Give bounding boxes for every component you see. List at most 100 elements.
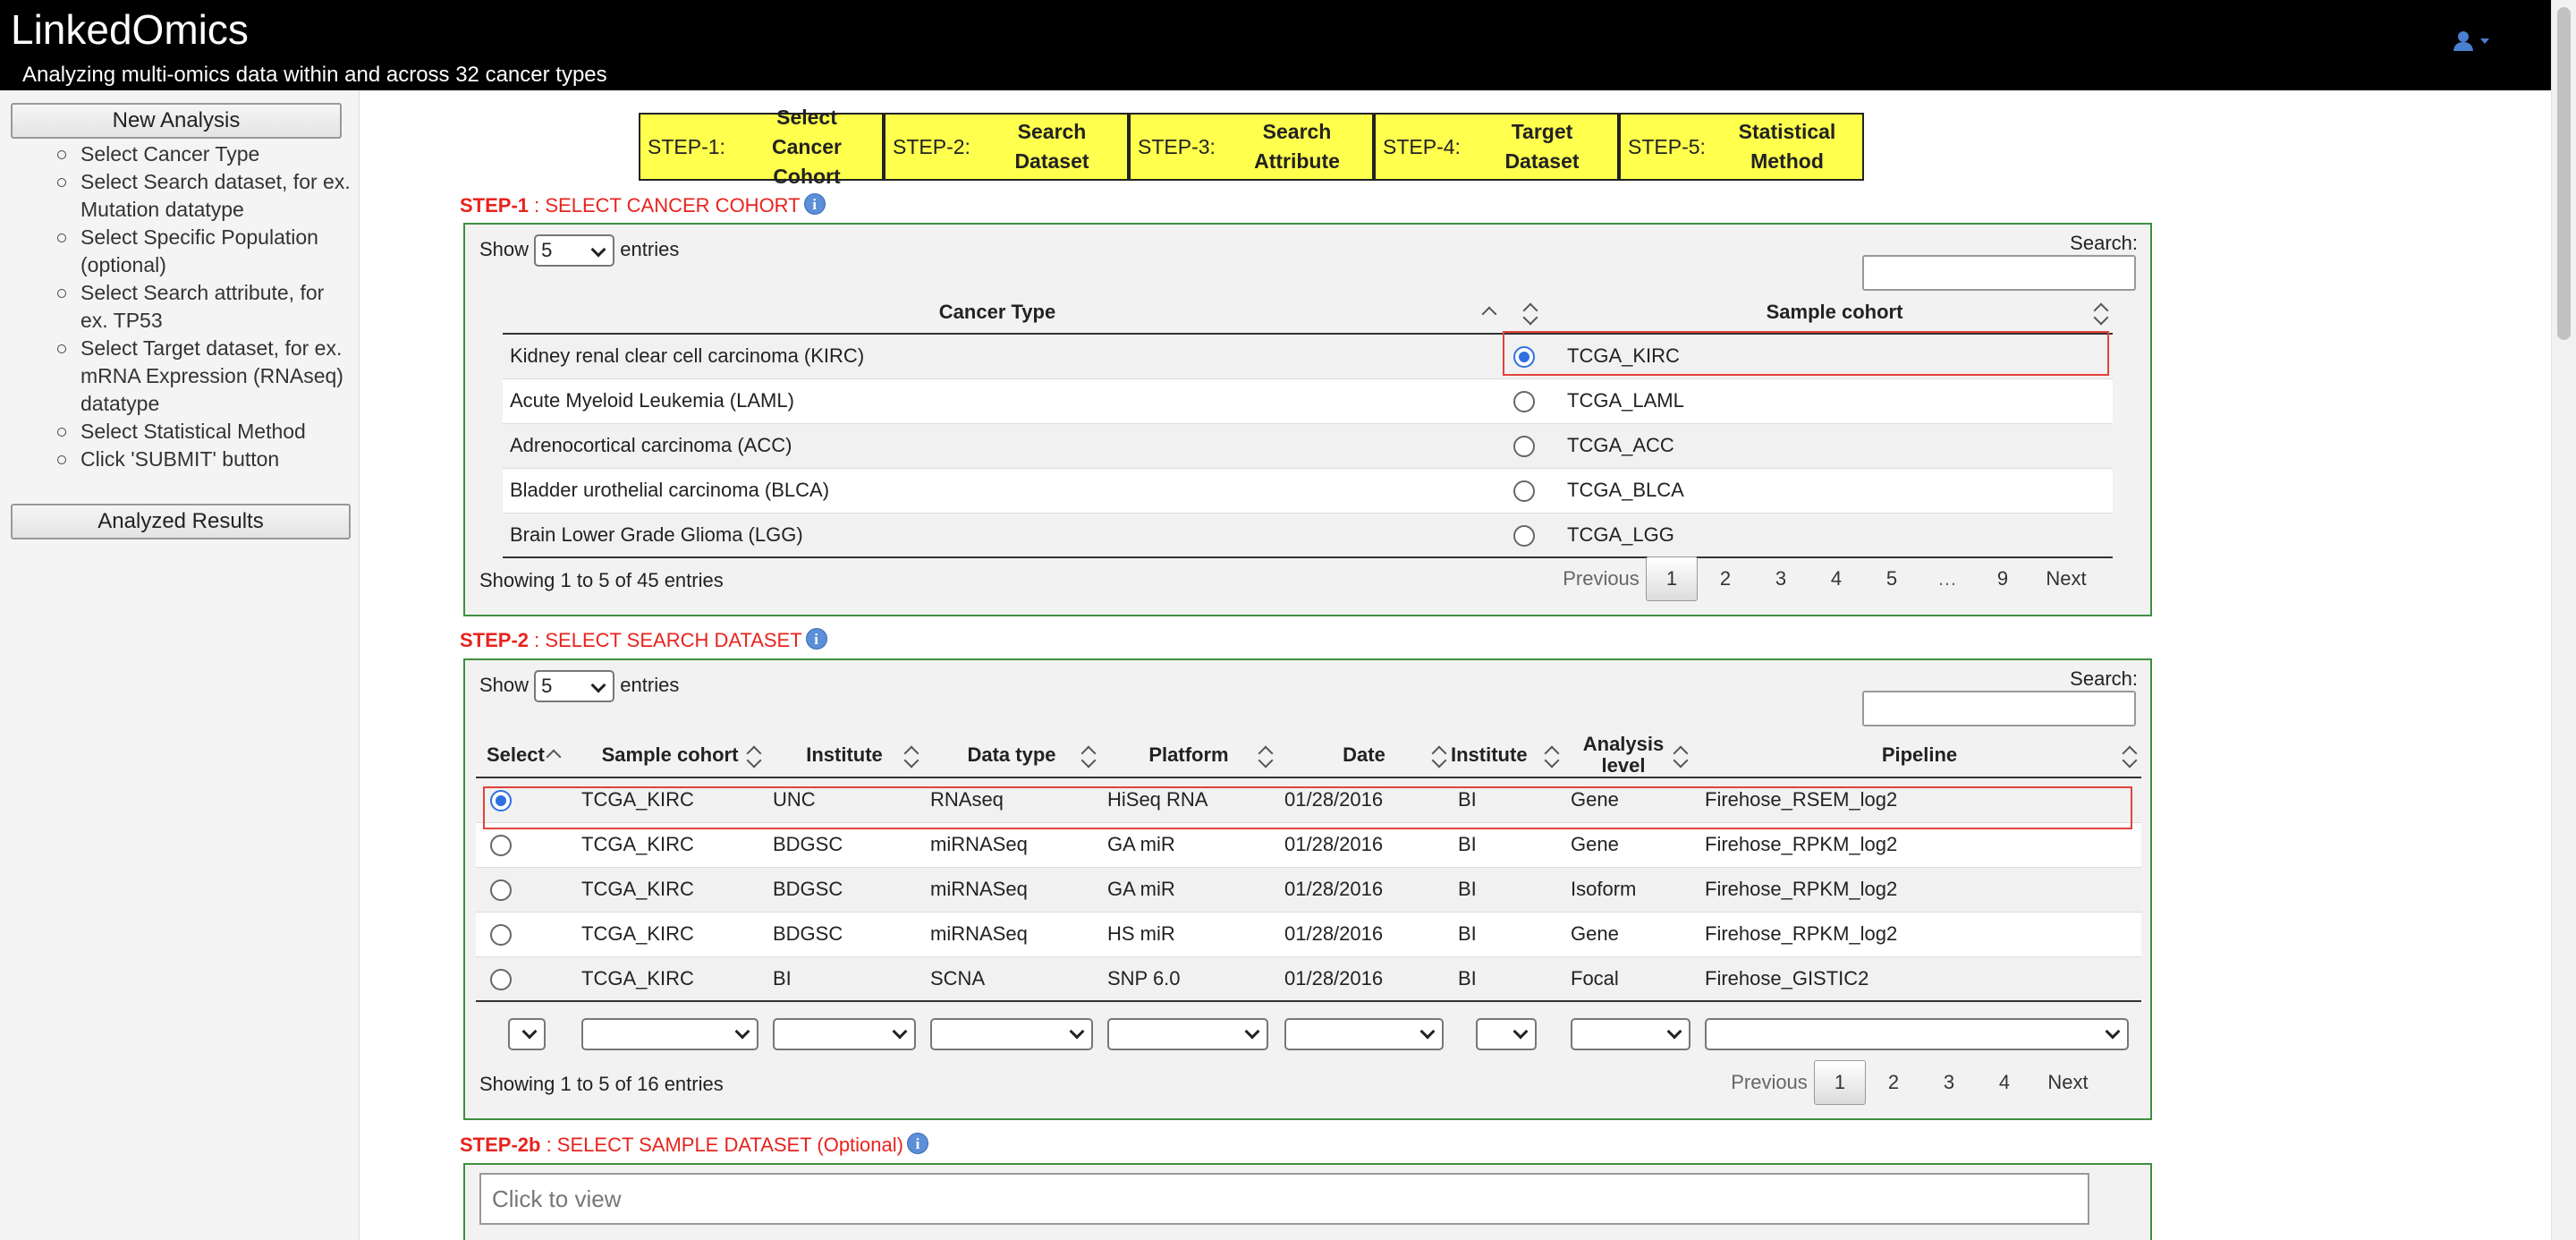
column-header-select[interactable]: Select: [476, 734, 574, 777]
table-row[interactable]: TCGA_KIRC UNC RNAseq HiSeq RNA 01/28/201…: [476, 777, 2141, 822]
column-header-sample-cohort[interactable]: Sample cohort: [574, 734, 766, 777]
cohort-radio[interactable]: [1513, 524, 1535, 547]
filter-select[interactable]: [1107, 1018, 1268, 1050]
institute-cell: BDGSC: [766, 911, 923, 956]
chevron-down-icon: [1666, 1023, 1682, 1040]
column-header-platform[interactable]: Platform: [1100, 734, 1277, 777]
pagination-page[interactable]: 5: [1864, 567, 1919, 590]
sample-cohort-cell: TCGA_BLCA: [1556, 467, 2113, 513]
column-header-institute-2[interactable]: Institute: [1451, 734, 1563, 777]
pagination-page[interactable]: 2: [1698, 567, 1753, 590]
search-label: Search:: [2070, 232, 2138, 254]
column-header-data-type[interactable]: Data type: [923, 734, 1100, 777]
table-row[interactable]: Acute Myeloid Leukemia (LAML) TCGA_LAML: [503, 378, 2113, 423]
app-title[interactable]: LinkedOmics: [11, 4, 249, 55]
app-subtitle: Analyzing multi-omics data within and ac…: [22, 63, 607, 87]
dataset-radio[interactable]: [490, 924, 512, 947]
dataset-radio[interactable]: [490, 879, 512, 902]
pagination-page[interactable]: 3: [1921, 1071, 1977, 1094]
pagination-page[interactable]: 1: [1814, 1060, 1866, 1105]
user-menu[interactable]: [2451, 29, 2496, 55]
step-4-tab[interactable]: STEP-4: Target Dataset: [1374, 113, 1619, 181]
sample-cohort-cell: TCGA_KIRC: [574, 911, 766, 956]
table-row[interactable]: Brain Lower Grade Glioma (LGG) TCGA_LGG: [503, 512, 2113, 557]
table-row[interactable]: TCGA_KIRC BDGSC miRNASeq GA miR 01/28/20…: [476, 821, 2141, 867]
column-header-institute[interactable]: Institute: [766, 734, 923, 777]
cohort-radio[interactable]: [1513, 436, 1535, 458]
step-1-tab[interactable]: STEP-1: Select Cancer Cohort: [639, 106, 884, 188]
info-icon[interactable]: i: [803, 193, 826, 215]
info-icon[interactable]: i: [805, 628, 827, 650]
cohort-radio[interactable]: [1513, 346, 1535, 369]
table-row[interactable]: Bladder urothelial carcinoma (BLCA) TCGA…: [503, 467, 2113, 513]
step-2-tab[interactable]: STEP-2: Search Dataset: [884, 113, 1129, 181]
step2-heading-bold: STEP-2: [460, 629, 530, 651]
instruction-item: Click 'SUBMIT' button: [30, 446, 354, 473]
sort-icon: [1544, 743, 1556, 769]
entries-select[interactable]: 5: [534, 670, 615, 703]
pagination-page[interactable]: 2: [1866, 1071, 1921, 1094]
column-header-label: Select: [487, 743, 545, 766]
scrollbar-thumb[interactable]: [2557, 7, 2571, 340]
pagination-next[interactable]: Next: [2030, 567, 2102, 590]
filter-select[interactable]: [508, 1018, 546, 1050]
table-row[interactable]: TCGA_KIRC BDGSC miRNASeq HS miR 01/28/20…: [476, 911, 2141, 956]
dataset-radio[interactable]: [490, 835, 512, 857]
sidebar: New Analysis Select Cancer Type Select S…: [0, 90, 360, 1240]
table-row[interactable]: TCGA_KIRC BDGSC miRNASeq GA miR 01/28/20…: [476, 866, 2141, 912]
info-icon[interactable]: i: [906, 1133, 928, 1154]
column-header-pipeline[interactable]: Pipeline: [1698, 734, 2141, 777]
table-row[interactable]: Kidney renal clear cell carcinoma (KIRC)…: [503, 333, 2113, 378]
step2-table-info: Showing 1 to 5 of 16 entries: [479, 1073, 724, 1095]
filter-select[interactable]: [1705, 1018, 2129, 1050]
pipeline-cell: Firehose_GISTIC2: [1698, 955, 2141, 1001]
filter-select[interactable]: [581, 1018, 758, 1050]
step2-search-input[interactable]: [1862, 691, 2136, 726]
pagination-previous[interactable]: Previous: [1724, 1071, 1814, 1094]
filter-select[interactable]: [1571, 1018, 1690, 1050]
filter-select[interactable]: [1284, 1018, 1444, 1050]
table-row[interactable]: Adrenocortical carcinoma (ACC) TCGA_ACC: [503, 422, 2113, 468]
entries-select[interactable]: 5: [534, 234, 615, 268]
step-3-tab[interactable]: STEP-3: Search Attribute: [1129, 113, 1374, 181]
pagination-page[interactable]: 9: [1975, 567, 2030, 590]
column-header-label: Date: [1343, 743, 1385, 766]
pagination-page[interactable]: 1: [1646, 556, 1698, 601]
analyzed-results-button[interactable]: Analyzed Results: [11, 504, 351, 539]
cohort-radio[interactable]: [1513, 391, 1535, 413]
pagination-next[interactable]: Next: [2032, 1071, 2104, 1094]
sample-dataset-view-input[interactable]: Click to view: [479, 1173, 2089, 1225]
filter-select[interactable]: [1476, 1018, 1537, 1050]
filter-select[interactable]: [773, 1018, 916, 1050]
dataset-radio[interactable]: [490, 790, 512, 812]
step2-heading: STEP-2 : SELECT SEARCH DATASET i: [460, 628, 827, 653]
dataset-radio[interactable]: [490, 968, 512, 990]
platform-cell: GA miR: [1100, 821, 1277, 867]
filter-select[interactable]: [930, 1018, 1093, 1050]
analysis-level-cell: Gene: [1563, 777, 1698, 822]
cohort-radio[interactable]: [1513, 480, 1535, 503]
step1-search-input[interactable]: [1862, 255, 2136, 291]
date-cell: 01/28/2016: [1277, 866, 1451, 912]
radio-cell: [476, 866, 574, 912]
user-icon: [2453, 31, 2489, 51]
step-5-tab[interactable]: STEP-5: Statistical Method: [1619, 113, 1864, 181]
column-header-date[interactable]: Date: [1277, 734, 1451, 777]
new-analysis-button[interactable]: New Analysis: [11, 103, 342, 139]
column-header-analysis-level[interactable]: Analysis level: [1563, 734, 1698, 777]
pagination-page[interactable]: 3: [1753, 567, 1809, 590]
step2-panel: Show 5 entries Search: Select Sample coh…: [463, 658, 2152, 1120]
platform-cell: GA miR: [1100, 866, 1277, 912]
date-cell: 01/28/2016: [1277, 777, 1451, 822]
sample-cohort-cell: TCGA_LAML: [1556, 378, 2113, 423]
column-header-cancer-type[interactable]: Cancer Type: [503, 291, 1492, 334]
pagination-previous[interactable]: Previous: [1556, 567, 1646, 590]
pipeline-cell: Firehose_RPKM_log2: [1698, 911, 2141, 956]
pagination-page[interactable]: 4: [1809, 567, 1864, 590]
pagination-page[interactable]: 4: [1977, 1071, 2032, 1094]
vertical-scrollbar[interactable]: [2551, 0, 2576, 1240]
column-header-select[interactable]: [1492, 291, 1556, 334]
radio-cell: [476, 777, 574, 822]
column-header-sample-cohort[interactable]: Sample cohort: [1556, 291, 2113, 334]
table-row[interactable]: TCGA_KIRC BI SCNA SNP 6.0 01/28/2016 BI …: [476, 955, 2141, 1001]
